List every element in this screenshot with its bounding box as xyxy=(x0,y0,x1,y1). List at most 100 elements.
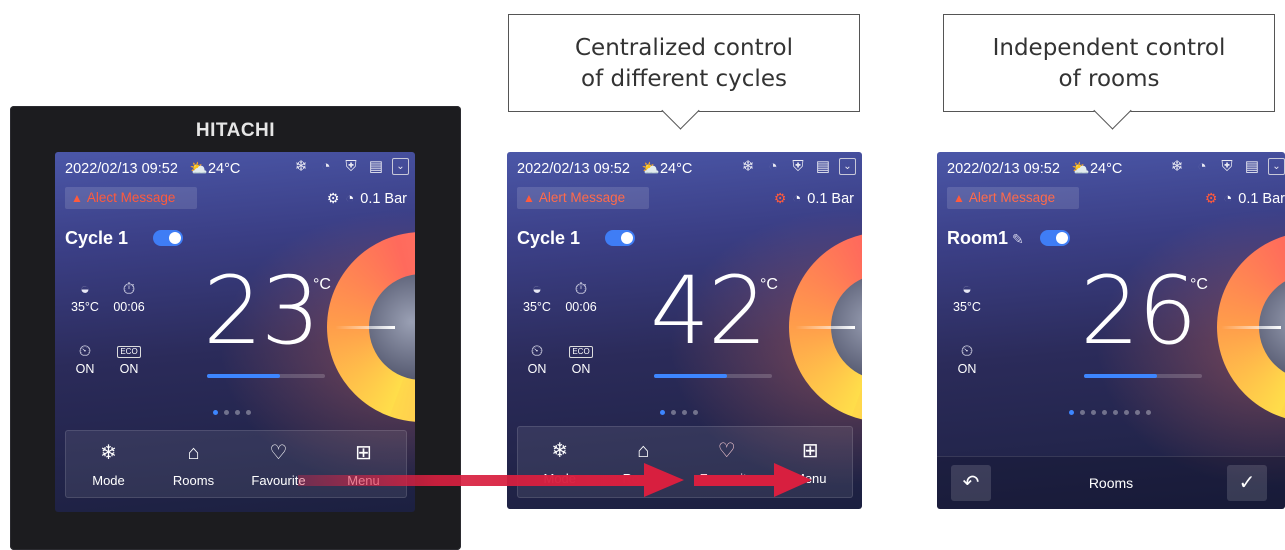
alert-message[interactable]: ▲ Alert Message xyxy=(517,187,649,209)
page-dot[interactable] xyxy=(246,410,251,415)
gauge-icon[interactable]: ◔ xyxy=(317,158,335,176)
page-dot[interactable] xyxy=(1113,410,1118,415)
nav-label: Mode xyxy=(543,470,577,486)
outdoor-temp-icon: ⛅ xyxy=(1071,161,1090,177)
home-icon: ⌂ xyxy=(637,439,650,462)
schedule-icon[interactable]: ▤ xyxy=(1243,158,1261,176)
temperature-bar-fill xyxy=(207,374,281,378)
temperature-value: 23 xyxy=(203,257,321,366)
nav-mode[interactable]: ❄ Mode xyxy=(520,439,600,486)
page-dot[interactable] xyxy=(1080,410,1085,415)
room-title: Room1 ✎ xyxy=(947,228,1024,249)
gauge-icon: ◔ xyxy=(345,190,355,207)
alert-message[interactable]: ▲ Alect Message xyxy=(65,187,197,209)
eco-value: ON xyxy=(119,362,139,376)
alert-text: Alert Message xyxy=(538,190,626,205)
page-indicator[interactable] xyxy=(1069,410,1151,415)
temperature-bar-fill xyxy=(654,374,728,378)
nav-rooms[interactable]: ⌂ Rooms xyxy=(154,441,234,488)
schedule-clock-icon: ⏲ xyxy=(78,343,92,360)
snowflake-icon: ❄ xyxy=(551,439,569,462)
water-temp-value: 35°C xyxy=(953,300,981,314)
back-icon: ↶ xyxy=(962,472,980,494)
dial-indicator xyxy=(1221,326,1281,329)
back-button[interactable]: ↶ xyxy=(951,465,991,501)
snowflake-icon: ❄ xyxy=(100,441,117,464)
temperature-bar-fill xyxy=(1084,374,1158,378)
status-icons: ❄ ◔ ⛨ ▤ ⌄ xyxy=(1168,158,1285,176)
page-dot[interactable] xyxy=(224,410,229,415)
datetime: 2022/02/13 09:52 xyxy=(65,161,178,177)
nav-label: Menu xyxy=(793,470,827,486)
eco-icon: ECO xyxy=(117,346,141,358)
settings-icon: ⚙ xyxy=(773,190,787,206)
snowflake-square-icon[interactable]: ❄ xyxy=(292,158,310,176)
warning-icon: ▲ xyxy=(953,191,965,205)
page-dot[interactable] xyxy=(660,410,665,415)
page-dot[interactable] xyxy=(1091,410,1096,415)
water-temp-stat: ◒ 35°C xyxy=(63,280,107,314)
confirm-button[interactable]: ✓ xyxy=(1227,465,1267,501)
chevron-down-icon[interactable]: ⌄ xyxy=(839,158,856,175)
pressure-value: 0.1 Bar xyxy=(360,190,407,207)
page-dot[interactable] xyxy=(693,410,698,415)
nav-favourite[interactable]: ♡ Favourite xyxy=(687,439,767,486)
cycle-toggle[interactable] xyxy=(605,230,635,246)
gauge-icon: ◔ xyxy=(1223,190,1233,207)
outdoor-temp-icon: ⛅ xyxy=(641,161,660,177)
page-indicator[interactable] xyxy=(660,410,698,415)
cycle-toggle[interactable] xyxy=(153,230,183,246)
nav-menu[interactable]: ⊞ Menu xyxy=(770,439,850,486)
alert-message[interactable]: ▲ Alert Message xyxy=(947,187,1079,209)
callout-line-1: Independent control xyxy=(992,35,1226,61)
gauge-icon: ◔ xyxy=(792,190,802,207)
snowflake-square-icon[interactable]: ❄ xyxy=(1168,158,1186,176)
outdoor-temp: 24°C xyxy=(207,161,241,177)
brand-logo: HITACHI xyxy=(195,120,276,141)
pressure-readout: ⚙ ◔ 0.1 Bar xyxy=(774,190,854,207)
gauge-icon[interactable]: ◔ xyxy=(1193,158,1211,176)
snowflake-square-icon[interactable]: ❄ xyxy=(739,158,757,176)
schedule-stat: ⏲ ON xyxy=(63,342,107,376)
datetime: 2022/02/13 09:52 xyxy=(517,161,630,177)
eco-value: ON xyxy=(571,362,591,376)
page-dot[interactable] xyxy=(1102,410,1107,415)
pressure-value: 0.1 Bar xyxy=(807,190,854,207)
nav-favourite[interactable]: ♡ Favourite xyxy=(239,441,319,488)
nav-menu[interactable]: ⊞ Menu xyxy=(324,441,404,488)
grid-icon: ⊞ xyxy=(355,441,372,464)
page-indicator[interactable] xyxy=(213,410,251,415)
timer-icon: ⏱ xyxy=(574,281,588,298)
schedule-icon[interactable]: ▤ xyxy=(814,158,832,176)
edit-icon[interactable]: ✎ xyxy=(1012,231,1024,247)
page-dot[interactable] xyxy=(1124,410,1129,415)
shield-icon[interactable]: ⛨ xyxy=(1218,158,1236,176)
page-dot[interactable] xyxy=(1135,410,1140,415)
chevron-down-icon[interactable]: ⌄ xyxy=(1268,158,1285,175)
shield-icon[interactable]: ⛨ xyxy=(789,158,807,176)
nav-label: Menu xyxy=(347,472,380,488)
nav-mode[interactable]: ❄ Mode xyxy=(69,441,149,488)
page-dot[interactable] xyxy=(213,410,218,415)
shield-icon[interactable]: ⛨ xyxy=(342,158,360,176)
schedule-clock-icon: ⏲ xyxy=(530,343,544,360)
alert-text: Alert Message xyxy=(968,190,1056,205)
page-dot[interactable] xyxy=(682,410,687,415)
chevron-down-icon[interactable]: ⌄ xyxy=(392,158,409,175)
page-dot[interactable] xyxy=(1069,410,1074,415)
schedule-value: ON xyxy=(957,362,977,376)
page-dot[interactable] xyxy=(235,410,240,415)
page-dot[interactable] xyxy=(671,410,676,415)
page-dot[interactable] xyxy=(1146,410,1151,415)
temperature-bar xyxy=(654,374,772,378)
outdoor-temp: 24°C xyxy=(659,161,693,177)
room-toggle[interactable] xyxy=(1040,230,1070,246)
nav-label: Favourite xyxy=(251,472,306,488)
schedule-icon[interactable]: ▤ xyxy=(367,158,385,176)
timer-stat: ⏱ 00:06 xyxy=(107,280,151,314)
nav-rooms[interactable]: ⌂ Rooms xyxy=(603,439,683,486)
bottom-nav: ❄ Mode ⌂ Rooms ♡ Favourite ⊞ Menu xyxy=(517,426,853,498)
gauge-icon[interactable]: ◔ xyxy=(764,158,782,176)
cycle-title: Cycle 1 xyxy=(517,228,581,248)
schedule-value: ON xyxy=(75,362,95,376)
